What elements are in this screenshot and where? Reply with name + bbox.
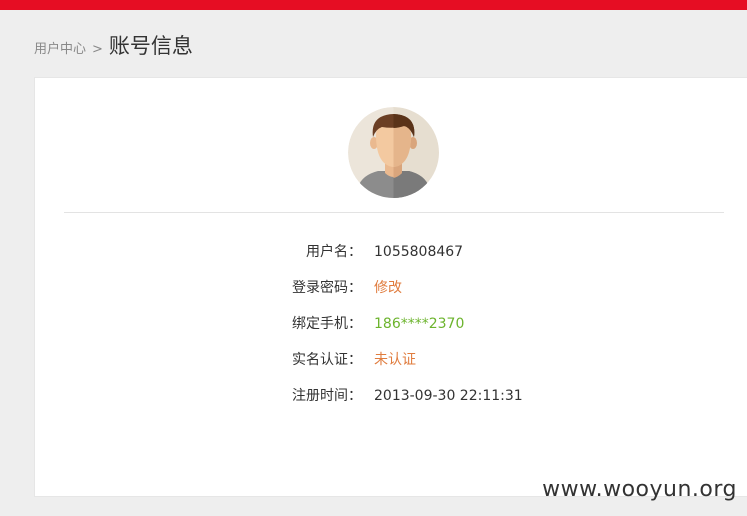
register-time-value: 2013-09-30 22:11:31 [374, 388, 523, 404]
change-password-link[interactable]: 修改 [374, 278, 402, 298]
info-row-realname: 实名认证： 未认证 [35, 350, 747, 370]
realname-status-link[interactable]: 未认证 [374, 350, 416, 370]
user-avatar-icon [348, 107, 439, 198]
info-row-phone: 绑定手机： 186****2370 [35, 314, 747, 334]
username-label: 用户名： [306, 244, 362, 260]
info-row-register-time: 注册时间： 2013-09-30 22:11:31 [35, 386, 747, 406]
password-label: 登录密码： [292, 280, 362, 296]
account-info-card: 用户名： 1055808467 登录密码： 修改 绑定手机： 186****23… [34, 77, 747, 497]
realname-label: 实名认证： [292, 352, 362, 368]
top-red-bar [0, 0, 747, 10]
phone-value: 186****2370 [374, 316, 465, 332]
breadcrumb-user-center-link[interactable]: 用户中心 [34, 38, 86, 57]
info-row-username: 用户名： 1055808467 [35, 242, 747, 262]
breadcrumb-separator: > [92, 42, 103, 57]
info-row-password: 登录密码： 修改 [35, 278, 747, 298]
breadcrumb: 用户中心 > 账号信息 [34, 30, 193, 62]
page-title: 账号信息 [108, 34, 193, 58]
watermark: www.wooyun.org [542, 477, 737, 502]
phone-label: 绑定手机： [292, 316, 362, 332]
section-divider [64, 212, 724, 213]
register-time-label: 注册时间： [292, 388, 362, 404]
username-value: 1055808467 [374, 244, 464, 260]
